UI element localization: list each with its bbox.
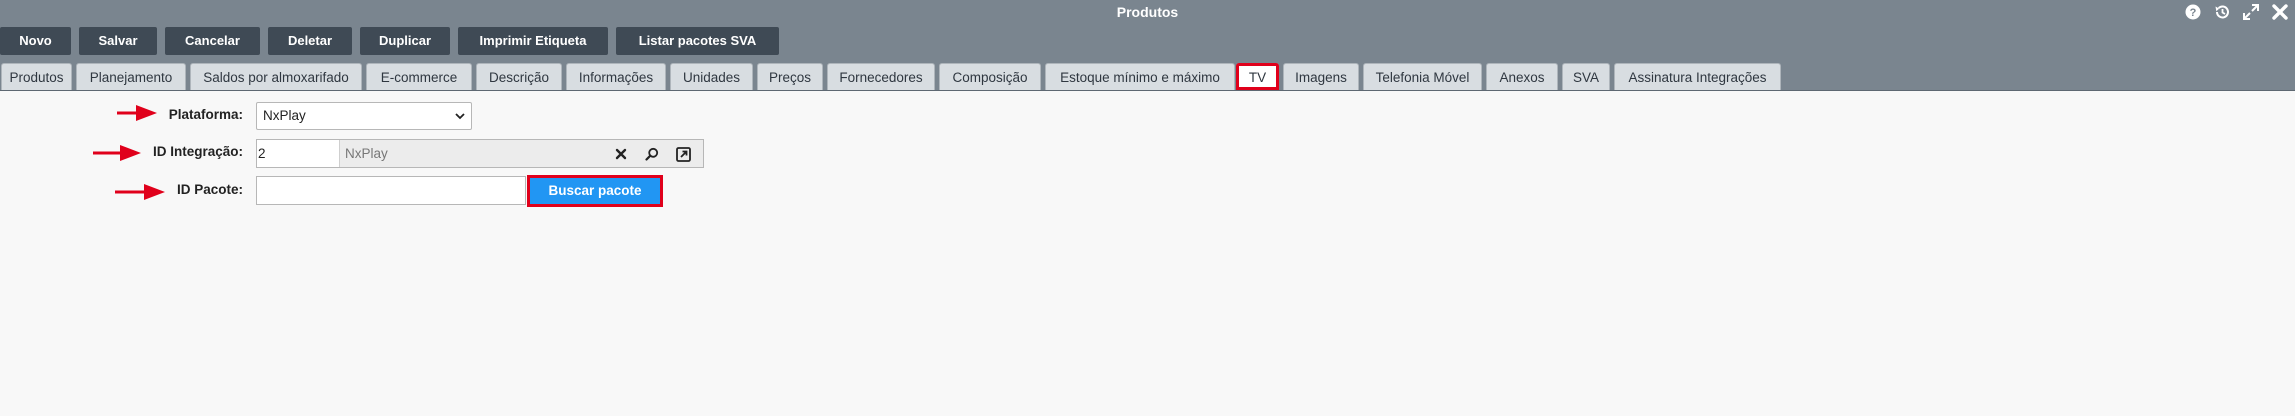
listar-pacotes-sva-button[interactable]: Listar pacotes SVA bbox=[616, 27, 779, 55]
tab-anexos[interactable]: Anexos bbox=[1486, 63, 1558, 90]
window-title: Produtos bbox=[1116, 4, 1179, 20]
tab-telefonia-movel[interactable]: Telefonia Móvel bbox=[1363, 63, 1482, 90]
plataforma-select[interactable]: NxPlay bbox=[256, 102, 472, 130]
plataforma-label: Plataforma: bbox=[168, 107, 243, 122]
tab-tv[interactable]: TV bbox=[1236, 63, 1279, 90]
buscar-pacote-button[interactable]: Buscar pacote bbox=[527, 175, 663, 207]
open-external-icon[interactable] bbox=[673, 144, 693, 164]
salvar-button[interactable]: Salvar bbox=[79, 27, 157, 55]
tab-e-commerce[interactable]: E-commerce bbox=[366, 63, 472, 90]
id-integracao-lookup: 2 NxPlay bbox=[256, 139, 704, 168]
id-integracao-description: NxPlay bbox=[345, 146, 388, 161]
tab-planejamento[interactable]: Planejamento bbox=[76, 63, 186, 90]
cancelar-button[interactable]: Cancelar bbox=[165, 27, 260, 55]
svg-text:?: ? bbox=[2190, 7, 2197, 19]
tab-imagens[interactable]: Imagens bbox=[1283, 63, 1359, 90]
tab-assinatura-integracoes[interactable]: Assinatura Integrações bbox=[1614, 63, 1781, 90]
annotation-arrow-icon bbox=[117, 105, 157, 121]
id-integracao-input[interactable]: 2 bbox=[257, 140, 340, 167]
tab-precos[interactable]: Preços bbox=[757, 63, 823, 90]
tab-saldos-por-almoxarifado[interactable]: Saldos por almoxarifado bbox=[190, 63, 362, 90]
title-bar-icons: ? bbox=[2184, 3, 2289, 21]
imprimir-etiqueta-button[interactable]: Imprimir Etiqueta bbox=[458, 27, 608, 55]
annotation-arrow-icon bbox=[93, 145, 141, 161]
close-icon[interactable] bbox=[2271, 3, 2289, 21]
tab-bar: Produtos Planejamento Saldos por almoxar… bbox=[0, 60, 2295, 91]
chevron-down-icon bbox=[455, 113, 465, 120]
tab-produtos[interactable]: Produtos bbox=[1, 63, 72, 90]
toolbar: Novo Salvar Cancelar Deletar Duplicar Im… bbox=[0, 24, 2295, 60]
tab-sva[interactable]: SVA bbox=[1562, 63, 1610, 90]
duplicar-button[interactable]: Duplicar bbox=[360, 27, 450, 55]
tab-fornecedores[interactable]: Fornecedores bbox=[827, 63, 935, 90]
novo-button[interactable]: Novo bbox=[0, 27, 71, 55]
tab-estoque-minimo-e-maximo[interactable]: Estoque mínimo e máximo bbox=[1045, 63, 1235, 90]
id-integracao-label: ID Integração: bbox=[152, 144, 243, 159]
clear-icon[interactable] bbox=[611, 144, 631, 164]
tab-unidades[interactable]: Unidades bbox=[670, 63, 753, 90]
products-window: Produtos ? Novo Salvar Cancelar Deletar … bbox=[0, 0, 2295, 416]
help-icon[interactable]: ? bbox=[2184, 3, 2202, 21]
history-icon[interactable] bbox=[2213, 3, 2231, 21]
deletar-button[interactable]: Deletar bbox=[268, 27, 352, 55]
id-pacote-label: ID Pacote: bbox=[176, 182, 243, 197]
tab-composicao[interactable]: Composição bbox=[939, 63, 1041, 90]
expand-icon[interactable] bbox=[2242, 3, 2260, 21]
title-bar: Produtos ? bbox=[0, 0, 2295, 24]
id-pacote-input[interactable] bbox=[256, 176, 526, 205]
annotation-arrow-icon bbox=[115, 184, 165, 200]
plataforma-value: NxPlay bbox=[263, 108, 306, 123]
tab-descricao[interactable]: Descrição bbox=[476, 63, 562, 90]
search-icon[interactable] bbox=[642, 144, 662, 164]
tab-informacoes[interactable]: Informações bbox=[566, 63, 666, 90]
